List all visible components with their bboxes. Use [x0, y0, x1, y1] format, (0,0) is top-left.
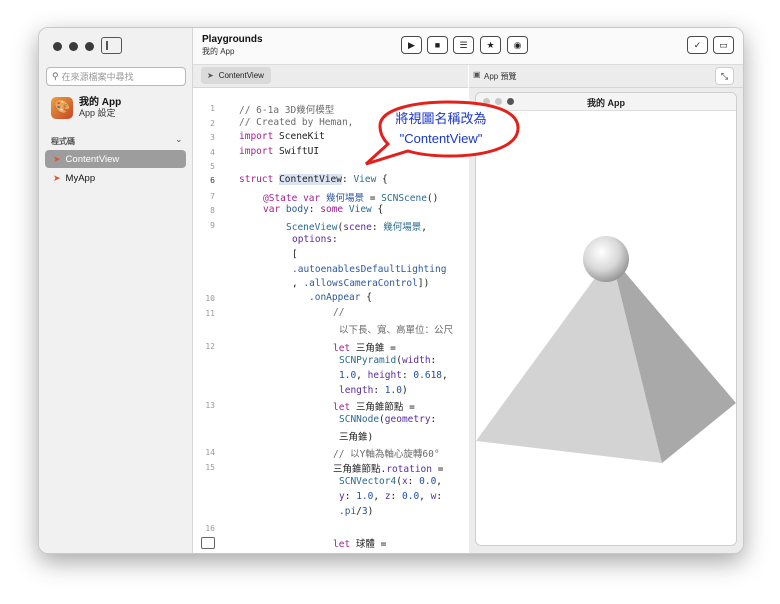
preview-label: App 預覽 [484, 72, 517, 81]
code-line: 三角錐) [339, 432, 374, 443]
line-number: 11 [205, 309, 215, 318]
swift-icon: ➤ [207, 71, 214, 80]
code-line: SCNNode(geometry: [339, 414, 437, 425]
code-line: import SceneKit [239, 131, 325, 142]
line-number: 4 [210, 148, 215, 157]
code-line: options: [292, 234, 338, 245]
checkmark-icon: ✓ [693, 39, 702, 50]
line-number: 5 [210, 162, 215, 171]
code-line: 三角錐節點.rotation = [333, 464, 444, 475]
code-line: 1.0, height: 0.618, [339, 370, 448, 381]
code-line: y: 1.0, z: 0.0, w: [339, 491, 443, 502]
search-icon: ⚲ [52, 71, 59, 81]
stop-icon: ■ [434, 40, 441, 50]
app-title: 我的 App [79, 97, 122, 108]
section-label-code: 程式碼 [51, 137, 75, 146]
code-line: SceneView(scene: 幾何場景, [286, 222, 428, 233]
line-number: 10 [205, 294, 215, 303]
palette-button[interactable]: ◉ [507, 36, 528, 54]
toolbar-subtitle: 我的 App [202, 47, 235, 56]
check-button[interactable]: ✓ [687, 36, 708, 54]
code-line: , .allowsCameraControl]) [292, 278, 430, 289]
annotation-callout: 將視圖名稱改為 "ContentView" [358, 96, 524, 168]
code-line: SCNPyramid(width: [339, 355, 437, 366]
toolbar: Playgrounds 我的 App ▶ ■ ☰ ★ ◉ ✓ ▭ [193, 28, 743, 65]
code-line: struct ContentView: View { [239, 174, 388, 185]
code-line: // [333, 307, 345, 318]
line-number: 12 [205, 342, 215, 351]
code-line: .autoenablesDefaultLighting [292, 264, 447, 275]
sidebar: ⚲ 在來源檔案中尋找 我的 App App 設定 程式碼 ⌄ ➤ Content… [39, 28, 193, 553]
search-input[interactable]: ⚲ 在來源檔案中尋找 [46, 67, 186, 86]
line-number: 1 [210, 104, 215, 113]
sidebar-item-myapp[interactable]: ➤ MyApp [45, 169, 186, 187]
zoom-button[interactable] [85, 42, 94, 51]
settings-button[interactable]: ☰ [453, 36, 474, 54]
code-line: let 球體 = [333, 539, 387, 550]
window-controls [53, 42, 94, 51]
callout-line-2: "ContentView" [399, 131, 483, 146]
tab-label: ContentView [218, 71, 264, 80]
code-line: let 三角錐 = [333, 343, 396, 354]
line-number: 13 [205, 401, 215, 410]
line-number: 14 [205, 448, 215, 457]
library-button[interactable]: ★ [480, 36, 501, 54]
sidebar-item-contentview[interactable]: ➤ ContentView [45, 150, 186, 168]
line-number: 3 [210, 133, 215, 142]
sidebar-item-label: ContentView [65, 153, 120, 165]
tabs-icon: ▭ [719, 39, 728, 50]
tabs-button[interactable]: ▭ [713, 36, 734, 54]
callout-line-1: 將視圖名稱改為 [395, 111, 487, 126]
star-icon: ★ [486, 39, 495, 50]
code-line: let 三角錐節點 = [333, 402, 415, 413]
code-line: .onAppear { [309, 292, 372, 303]
stop-button[interactable]: ■ [427, 36, 448, 54]
line-number: 16 [205, 524, 215, 533]
console-icon[interactable] [201, 537, 215, 549]
code-line: length: 1.0) [339, 385, 408, 396]
expand-icon[interactable]: ⤡ [715, 67, 734, 85]
code-line: var body: some View { [263, 204, 384, 215]
palette-icon: ◉ [513, 39, 522, 50]
play-icon: ▶ [408, 39, 415, 50]
code-line: SCNVector4(x: 0.0, [339, 476, 443, 487]
chevron-down-icon[interactable]: ⌄ [175, 134, 183, 145]
line-number: 8 [210, 206, 215, 215]
app-subtitle: App 設定 [79, 108, 116, 118]
sphere [583, 236, 629, 282]
sliders-icon: ☰ [459, 39, 468, 50]
code-line: .pi/3) [339, 506, 374, 517]
app-icon [51, 97, 73, 119]
line-number: 6 [210, 176, 215, 185]
swift-icon: ➤ [53, 172, 61, 183]
code-line: // Created by Heman, [239, 117, 354, 128]
code-line: [ [292, 249, 298, 260]
editor-tab-bar: ➤ ContentView [193, 65, 468, 88]
code-line: @State var 幾何場景 = SCNScene() [263, 193, 439, 204]
sidebar-item-label: MyApp [65, 172, 96, 184]
search-placeholder: 在來源檔案中尋找 [61, 72, 134, 82]
line-number: 7 [210, 192, 215, 201]
app-settings-item[interactable]: 我的 App App 設定 [51, 97, 121, 119]
run-button[interactable]: ▶ [401, 36, 422, 54]
line-number: 9 [210, 221, 215, 230]
minimize-button[interactable] [69, 42, 78, 51]
preview-header: ▣ App 預覽 ⤡ [469, 65, 743, 88]
toolbar-title: Playgrounds [202, 34, 263, 45]
code-line: 以下長、寬、高單位：公尺 [339, 325, 454, 336]
swift-icon: ➤ [53, 153, 61, 164]
line-number: 15 [205, 463, 215, 472]
close-button[interactable] [53, 42, 62, 51]
code-line: // 以Y軸為軸心旋轉60° [333, 449, 440, 460]
code-line: // 6-1a 3D幾何模型 [239, 105, 335, 116]
sidebar-toggle-icon[interactable] [101, 37, 122, 54]
line-number: 2 [210, 119, 215, 128]
code-line: import SwiftUI [239, 146, 320, 157]
app-preview-icon: ▣ [473, 70, 481, 79]
tab-contentview[interactable]: ➤ ContentView [201, 67, 271, 84]
